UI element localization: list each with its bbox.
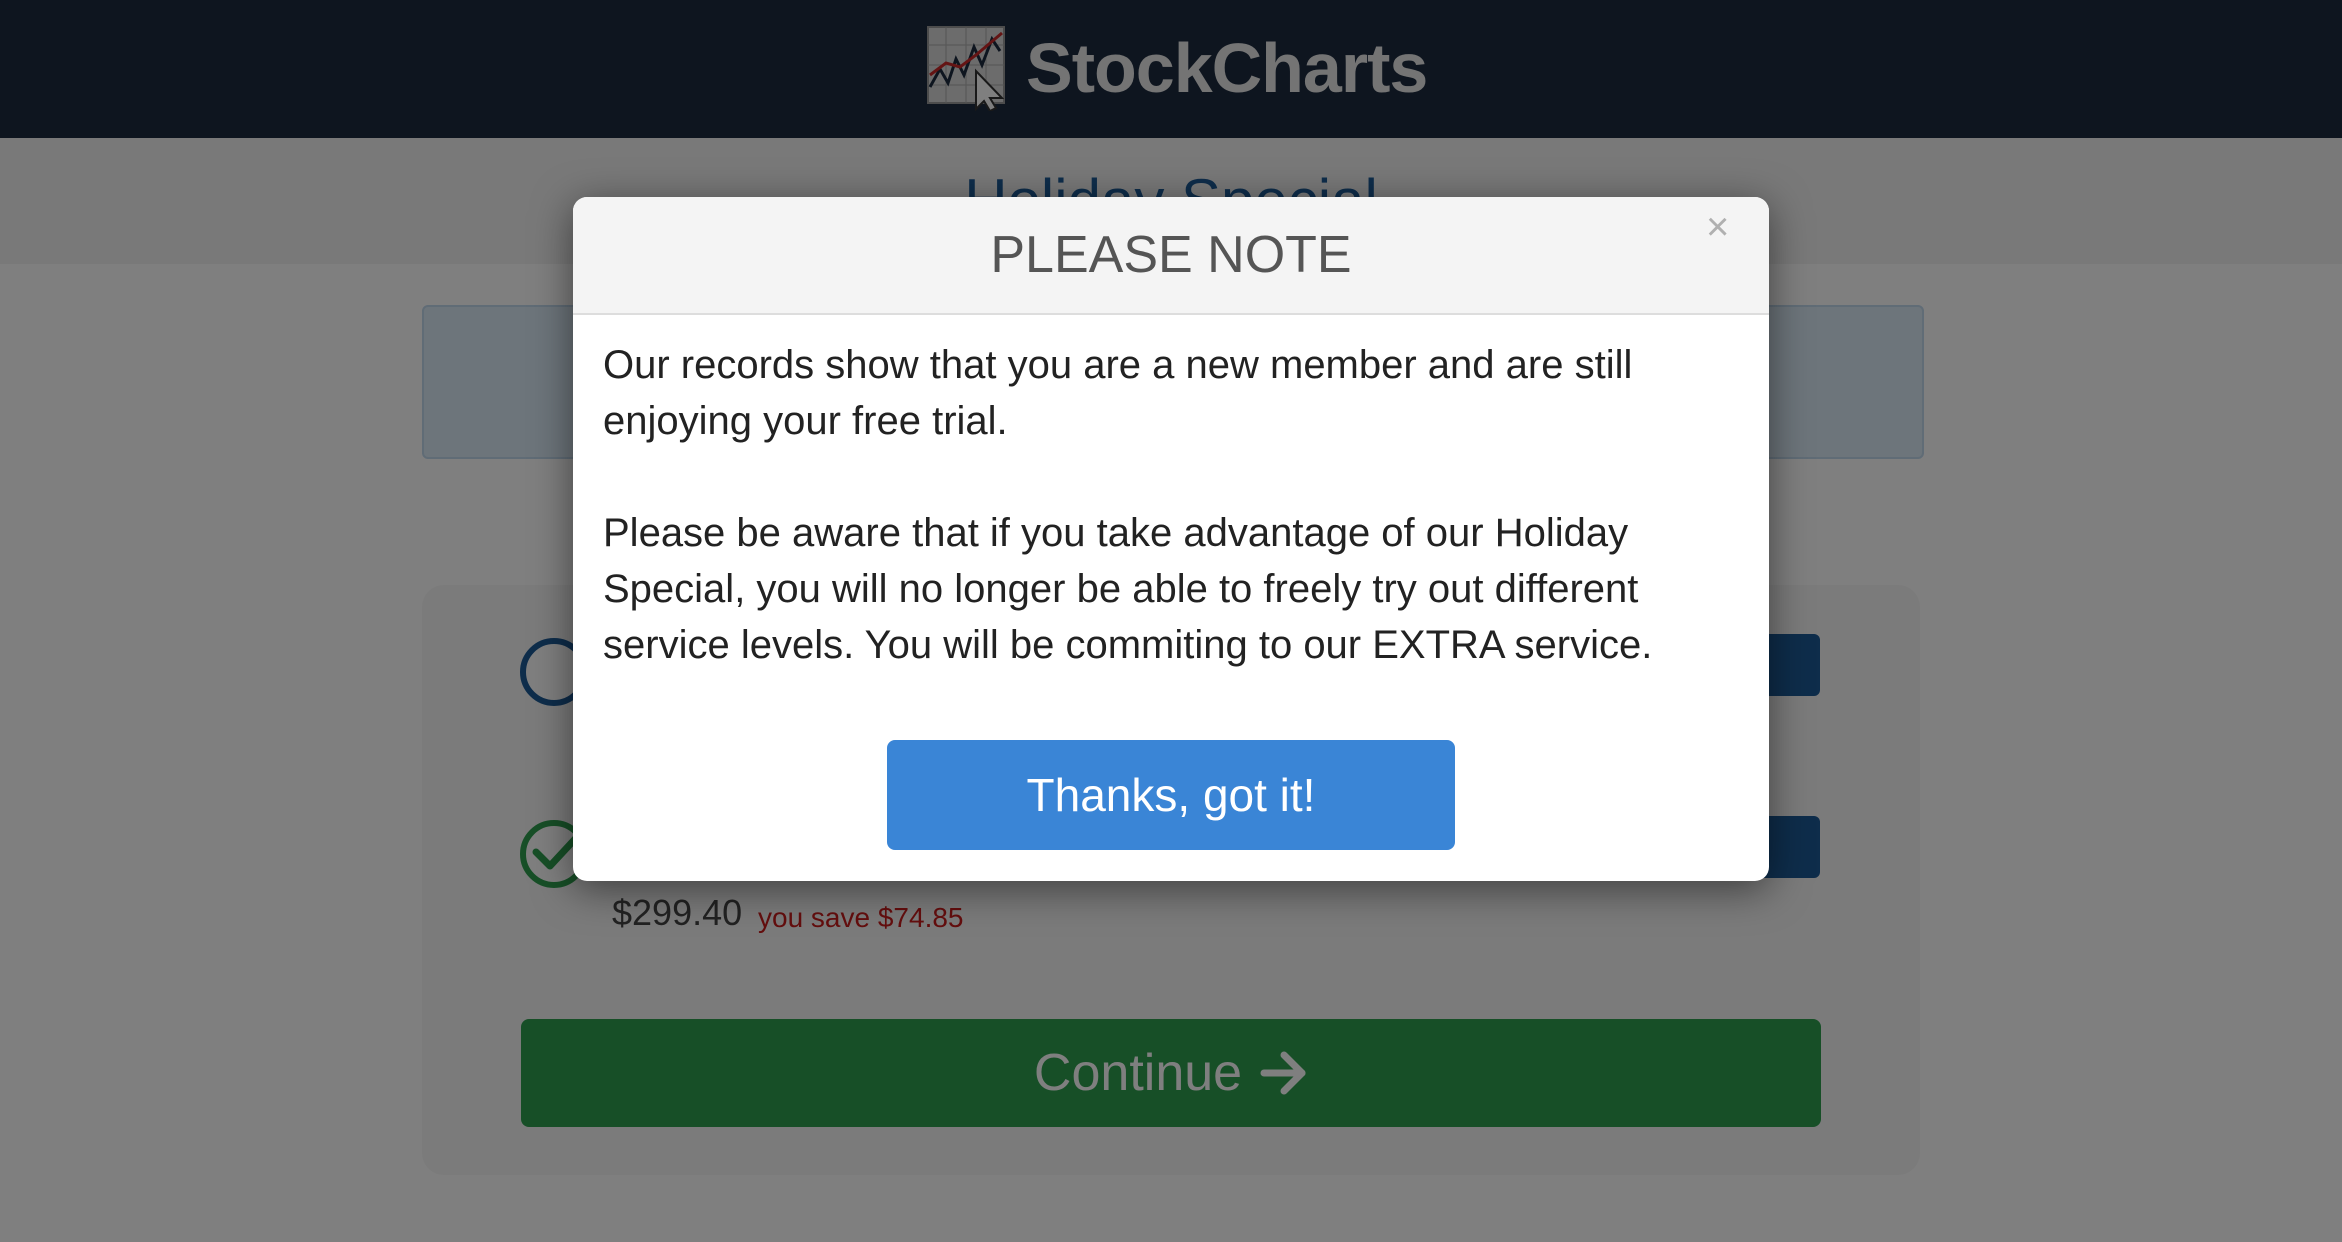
please-note-modal: PLEASE NOTE × Our records show that you … [573,197,1769,881]
thanks-got-it-button[interactable]: Thanks, got it! [887,740,1455,850]
modal-body: Our records show that you are a new memb… [603,337,1753,729]
close-icon[interactable]: × [1706,207,1729,247]
modal-header: PLEASE NOTE × [573,197,1769,315]
modal-title: PLEASE NOTE [990,226,1352,284]
modal-paragraph-warning: Please be aware that if you take advanta… [603,511,1653,667]
modal-paragraph-trial: Our records show that you are a new memb… [603,343,1633,443]
